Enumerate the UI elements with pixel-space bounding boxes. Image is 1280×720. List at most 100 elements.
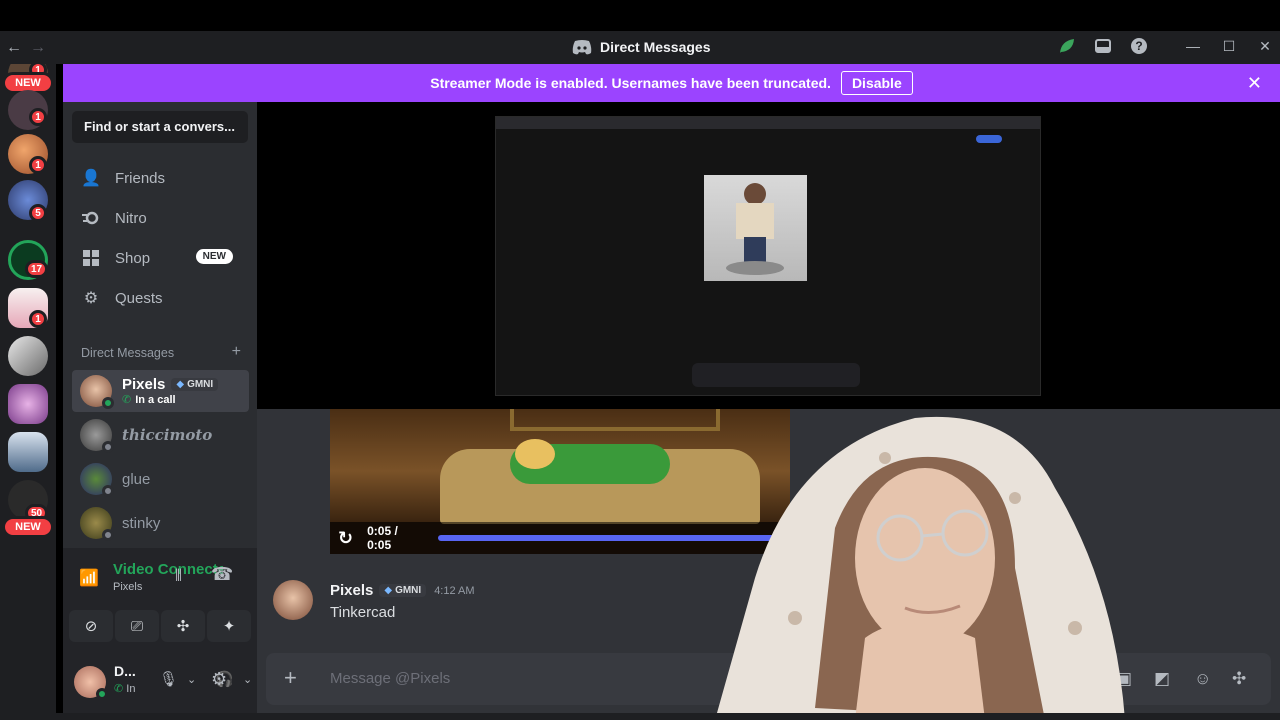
minimize-icon[interactable]: — xyxy=(1184,37,1202,55)
guild-tag-label: GMNI xyxy=(395,585,422,596)
gem-icon: ◆ xyxy=(176,379,185,390)
dm-item[interactable]: thiccimoto xyxy=(72,414,249,456)
user-name: D... xyxy=(114,663,136,679)
dm-status: ✆ In a call xyxy=(122,393,218,407)
character-head xyxy=(515,439,555,469)
user-status: ✆ In xyxy=(114,682,135,695)
picture-frame xyxy=(510,409,720,431)
user-panel: D... ✆ In 🎙 ⌄ 🎧 ⌄ xyxy=(63,658,257,720)
replay-icon[interactable]: ↻ xyxy=(338,528,353,549)
close-icon[interactable]: ✕ xyxy=(1256,37,1274,55)
dm-sidebar: Find or start a convers... 👤 Friends Nit… xyxy=(63,102,257,720)
status-indicator xyxy=(102,485,114,497)
new-badge: NEW xyxy=(195,249,233,264)
apps-icon[interactable]: ✣ xyxy=(1232,669,1246,689)
maximize-icon[interactable]: ☐ xyxy=(1220,37,1238,55)
avatar xyxy=(80,463,114,497)
streamer-mode-banner: Streamer Mode is enabled. Usernames have… xyxy=(63,64,1280,102)
server-rail: 1 NEW 1 1 5 17 1 50 NEW xyxy=(0,64,56,720)
nav-label: Shop xyxy=(115,249,151,267)
server-icon[interactable] xyxy=(8,336,48,376)
avatar[interactable] xyxy=(74,666,108,700)
history-nav: ← → xyxy=(6,39,46,57)
nav-shop[interactable]: Shop NEW xyxy=(73,240,247,276)
signal-icon: 📶 xyxy=(79,570,99,587)
screen-share-button[interactable]: ⎚ xyxy=(115,610,159,642)
arrow-right-icon[interactable]: → xyxy=(30,39,46,57)
dm-name: glue xyxy=(122,470,151,488)
emoji-icon[interactable]: ☺ xyxy=(1194,669,1211,689)
nav-quests[interactable]: ⚙ Quests xyxy=(73,280,247,316)
new-pill[interactable]: NEW xyxy=(2,516,54,538)
close-icon[interactable]: ✕ xyxy=(1247,73,1262,94)
status-indicator xyxy=(102,529,114,541)
microphone-icon[interactable]: 🎙 xyxy=(159,670,178,688)
webcam-overlay xyxy=(715,408,1125,720)
dm-item[interactable]: glue xyxy=(72,458,249,500)
window-controls: ? — ☐ ✕ xyxy=(1058,37,1274,55)
dm-name: stinky xyxy=(122,514,161,532)
dm-item[interactable]: stinky xyxy=(72,502,249,544)
server-icon[interactable] xyxy=(8,384,48,424)
soundboard-button[interactable]: ✦ xyxy=(207,610,251,642)
disconnect-icon[interactable]: ☎ xyxy=(211,564,233,585)
help-icon[interactable]: ? xyxy=(1130,37,1148,55)
dm-name: thiccimoto xyxy=(122,426,213,444)
camera-off-icon: ⊘ xyxy=(84,618,98,635)
add-dm-button[interactable]: + xyxy=(232,344,241,360)
activities-icon: ✣ xyxy=(176,618,190,635)
camera-off-button[interactable]: ⊘ xyxy=(69,610,113,642)
svg-text:?: ? xyxy=(1135,39,1142,53)
voice-status: Video Connecte xyxy=(113,561,223,578)
voice-panel: 📶 Video Connecte Pixels ⦀ ☎ ⊘ ⎚ ✣ ✦ xyxy=(63,548,257,658)
chevron-down-icon[interactable]: ⌄ xyxy=(187,673,196,686)
friends-icon: 👤 xyxy=(81,170,101,187)
figurine-body xyxy=(736,203,774,239)
voice-channel: Pixels xyxy=(113,581,143,593)
nav-label: Quests xyxy=(115,289,163,307)
window-bottom-edge xyxy=(0,713,1280,720)
video-time: 0:05 / 0:05 xyxy=(367,524,398,552)
guild-tag: ◆ GMNI xyxy=(171,378,219,391)
inbox-icon[interactable] xyxy=(1094,37,1112,55)
avatar xyxy=(80,375,114,409)
nav-nitro[interactable]: Nitro xyxy=(73,200,247,236)
nitro-icon xyxy=(81,208,101,228)
server-icon[interactable] xyxy=(8,432,48,472)
screen-share-stream[interactable] xyxy=(257,102,1280,409)
soundboard-icon[interactable]: ⦀ xyxy=(175,568,182,586)
avatar[interactable] xyxy=(273,580,313,620)
unread-badge: 5 xyxy=(29,204,47,222)
settings-icon[interactable]: ⚙ xyxy=(211,669,227,690)
figurine-legs xyxy=(744,237,766,263)
unread-badge: 1 xyxy=(29,156,47,174)
unread-badge: 1 xyxy=(29,108,47,126)
nav-label: Friends xyxy=(115,169,166,187)
dm-header: Direct Messages + xyxy=(81,344,241,361)
chevron-down-icon[interactable]: ⌄ xyxy=(243,673,252,686)
prompt-box xyxy=(692,363,860,387)
sticker-icon[interactable]: ◩ xyxy=(1154,669,1170,689)
figurine-base xyxy=(726,261,784,275)
search-input[interactable]: Find or start a convers... xyxy=(72,111,248,143)
status-indicator xyxy=(102,397,114,409)
arrow-left-icon[interactable]: ← xyxy=(6,39,22,57)
leaf-icon[interactable] xyxy=(1058,37,1076,55)
dm-item-pixels[interactable]: Pixels ◆ GMNI ✆ In a call xyxy=(72,370,249,412)
figurine-image xyxy=(704,175,807,281)
gem-icon: ◆ xyxy=(384,585,393,596)
screen-share-icon: ⎚ xyxy=(130,617,143,635)
webcam-image xyxy=(715,416,1125,720)
phone-icon: ✆ xyxy=(122,394,132,406)
activities-button[interactable]: ✣ xyxy=(161,610,205,642)
nav-friends[interactable]: 👤 Friends xyxy=(73,160,247,196)
message-author[interactable]: Pixels xyxy=(330,582,373,599)
plus-icon[interactable]: + xyxy=(284,666,297,690)
soundboard-icon: ✦ xyxy=(222,618,236,635)
message-text: Tinkercad xyxy=(330,604,396,621)
message-input[interactable]: Message @Pixels xyxy=(330,670,450,687)
window-title-text: Direct Messages xyxy=(600,39,711,55)
disable-button[interactable]: Disable xyxy=(840,71,913,95)
figurine-head xyxy=(744,183,766,205)
message-header: Pixels ◆ GMNI 4:12 AM xyxy=(330,582,475,599)
